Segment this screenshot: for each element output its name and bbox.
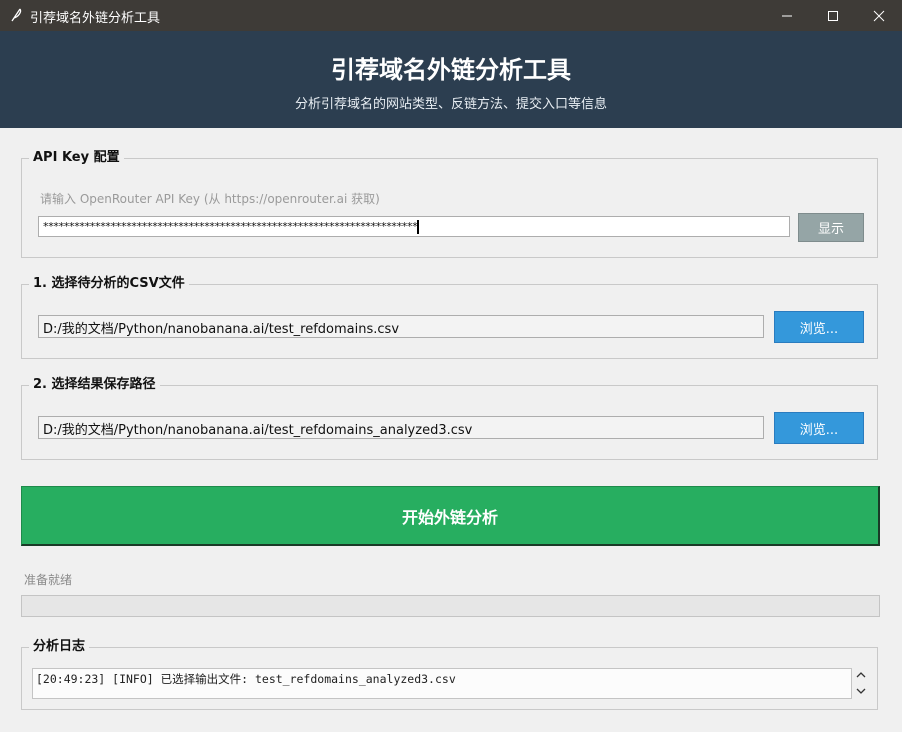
app-header: 引荐域名外链分析工具 分析引荐域名的网站类型、反链方法、提交入口等信息 <box>0 31 902 128</box>
log-legend: 分析日志 <box>29 639 90 655</box>
log-line: [20:49:23] [INFO] 已选择输出文件: test_refdomai… <box>36 672 456 686</box>
output-path-field[interactable]: D:/我的文档/Python/nanobanana.ai/test_refdom… <box>38 416 764 439</box>
close-icon <box>873 10 885 21</box>
scroll-down-icon[interactable] <box>854 684 868 698</box>
log-textarea[interactable]: [20:49:23] [INFO] 已选择输出文件: test_refdomai… <box>32 668 852 699</box>
output-path-group: 2. 选择结果保存路径 D:/我的文档/Python/nanobanana.ai… <box>21 377 878 460</box>
api-key-value: ****************************************… <box>43 220 418 233</box>
scroll-up-icon[interactable] <box>854 668 868 682</box>
window-titlebar: 引荐域名外链分析工具 <box>0 0 902 31</box>
status-label: 准备就绪 <box>24 573 73 587</box>
maximize-button[interactable] <box>810 0 856 31</box>
log-scrollbar[interactable] <box>854 668 868 699</box>
page-subtitle: 分析引荐域名的网站类型、反链方法、提交入口等信息 <box>294 97 607 112</box>
page-title: 引荐域名外链分析工具 <box>331 56 571 84</box>
maximize-icon <box>828 10 838 21</box>
minimize-icon <box>782 15 792 16</box>
output-path-legend: 2. 选择结果保存路径 <box>29 377 160 393</box>
api-key-input[interactable]: ****************************************… <box>38 216 790 237</box>
log-group: 分析日志 [20:49:23] [INFO] 已选择输出文件: test_ref… <box>21 639 878 710</box>
browse-csv-button[interactable]: 浏览... <box>774 311 864 343</box>
csv-path-field[interactable]: D:/我的文档/Python/nanobanana.ai/test_refdom… <box>38 315 764 338</box>
feather-icon <box>11 8 22 22</box>
minimize-button[interactable] <box>764 0 810 31</box>
csv-input-group: 1. 选择待分析的CSV文件 D:/我的文档/Python/nanobanana… <box>21 276 878 359</box>
text-cursor <box>417 220 420 234</box>
api-key-legend: API Key 配置 <box>29 150 124 166</box>
csv-input-legend: 1. 选择待分析的CSV文件 <box>29 276 189 292</box>
window-title: 引荐域名外链分析工具 <box>30 11 161 26</box>
progress-bar <box>21 595 880 617</box>
start-analysis-button[interactable]: 开始外链分析 <box>21 486 880 546</box>
api-key-group: API Key 配置 请输入 OpenRouter API Key (从 htt… <box>21 150 878 258</box>
close-button[interactable] <box>856 0 902 31</box>
api-key-hint: 请输入 OpenRouter API Key (从 https://openro… <box>40 192 380 206</box>
show-key-button[interactable]: 显示 <box>798 213 864 242</box>
browse-output-button[interactable]: 浏览... <box>774 412 864 444</box>
